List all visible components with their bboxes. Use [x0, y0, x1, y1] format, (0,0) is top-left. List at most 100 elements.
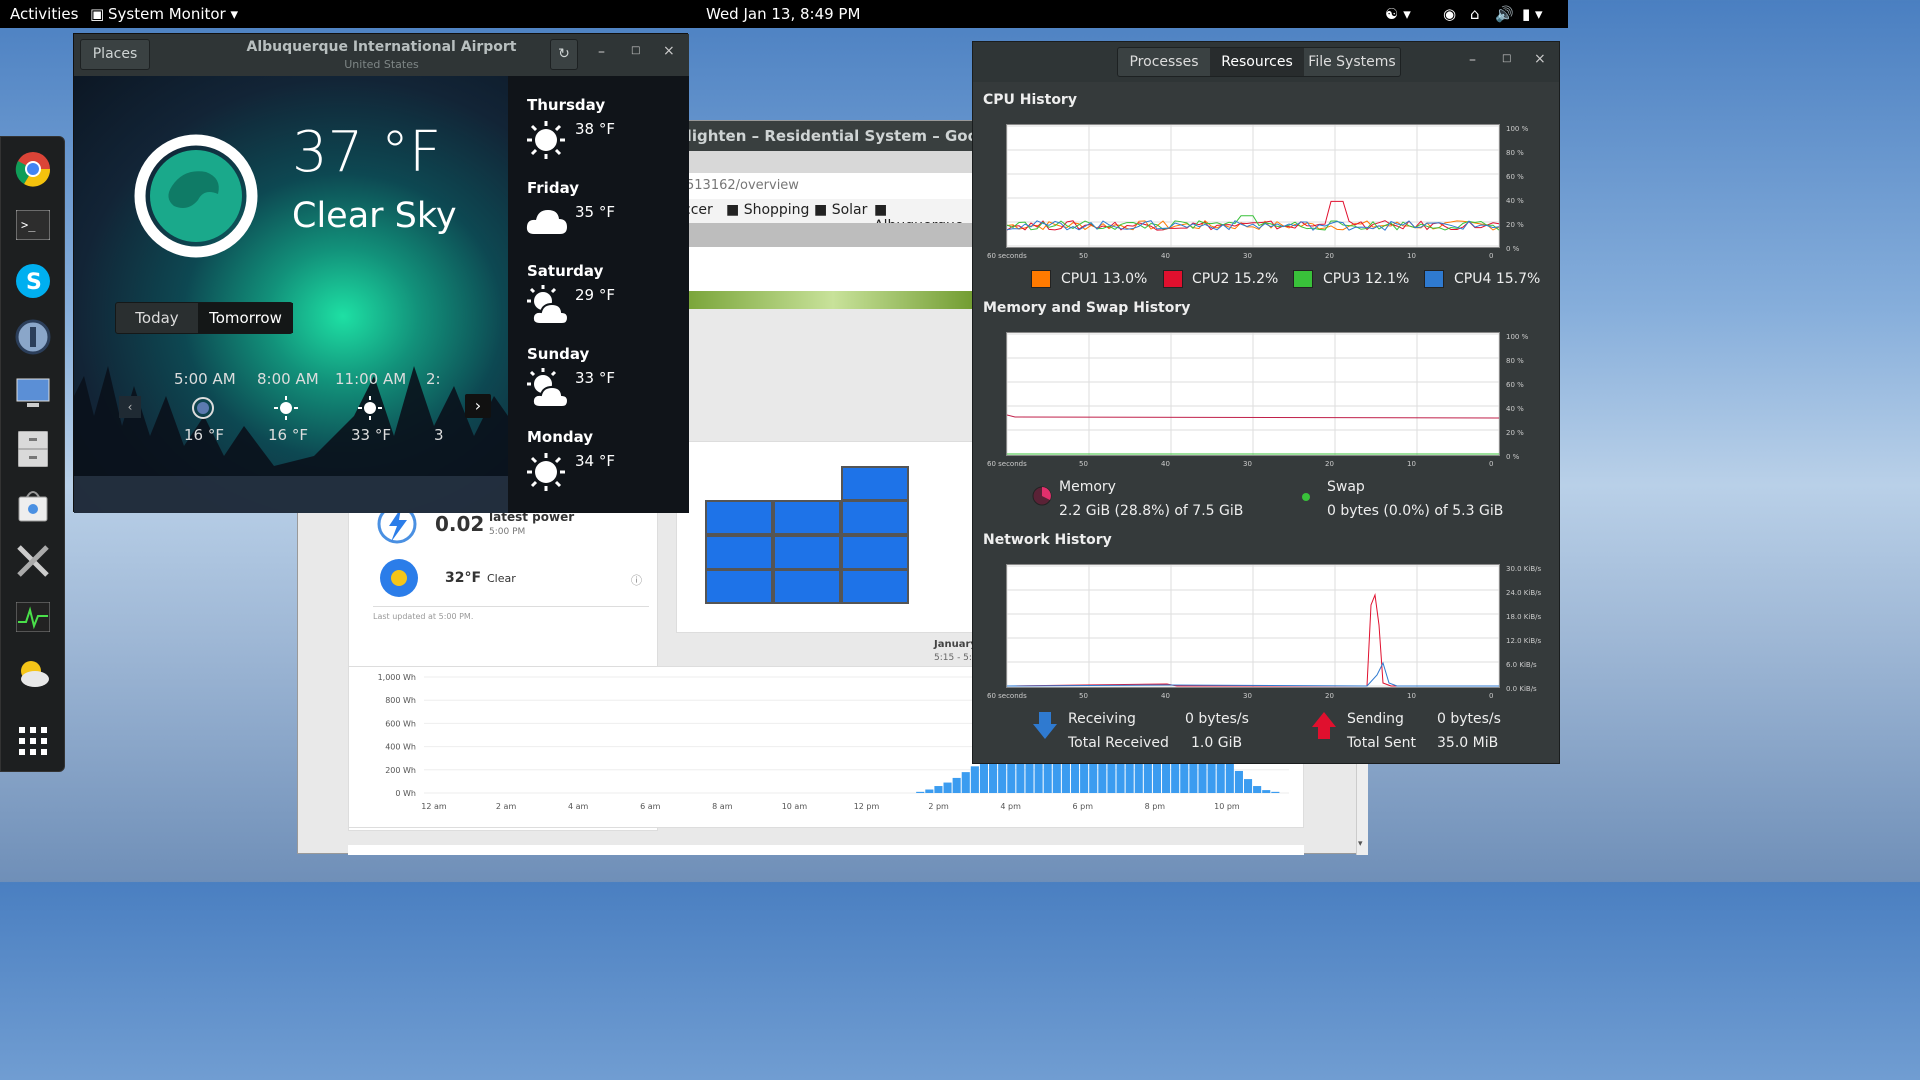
memory-history-title: Memory and Swap History [983, 300, 1191, 316]
tab-processes[interactable]: Processes [1118, 48, 1210, 76]
site-temp: 32°F [445, 570, 482, 586]
app-menu-button[interactable]: System Monitor ▾ [108, 5, 238, 23]
power-value: 0.02 [435, 512, 485, 536]
energy-bar[interactable] [943, 782, 952, 793]
maximize-icon[interactable]: □ [1502, 53, 1511, 64]
tab-file-systems[interactable]: File Systems [1304, 48, 1400, 76]
terminal-icon[interactable]: >_ [13, 205, 53, 245]
x-tick-label: 50 [1079, 252, 1088, 260]
daily-forecast: Thursday 38 °F Friday 35 °F Saturday 29 … [508, 76, 689, 513]
energy-bar[interactable] [916, 791, 925, 793]
weather-background-scene: 37 °F Clear Sky Today Tomorrow ‹ › 5:00 … [74, 76, 508, 513]
chrome-icon[interactable] [13, 149, 53, 189]
hour-temp: 3 [434, 426, 444, 444]
sun-weather-icon [380, 559, 418, 597]
cpu3-color-swatch[interactable] [1293, 270, 1313, 288]
bookmark-label: Shopping [743, 202, 810, 218]
skype-icon[interactable]: S [13, 261, 53, 301]
cpu4-color-swatch[interactable] [1424, 270, 1444, 288]
y-tick-label: 20 % [1506, 221, 1524, 229]
last-updated: Last updated at 5:00 PM. [373, 612, 474, 621]
energy-bar[interactable] [1262, 790, 1271, 793]
y-tick-label: 200 Wh [385, 766, 416, 775]
cpu2-color-swatch[interactable] [1163, 270, 1183, 288]
y-tick-label: 400 Wh [385, 743, 416, 752]
software-bag-icon[interactable] [13, 485, 53, 525]
energy-bar[interactable] [934, 786, 943, 793]
minimize-icon[interactable]: – [1469, 52, 1476, 68]
remote-desktop-icon[interactable] [13, 373, 53, 413]
receiving-label: Receiving [1068, 711, 1136, 727]
minimize-icon[interactable]: – [598, 44, 605, 60]
cpu4-legend: CPU4 15.7% [1454, 271, 1541, 287]
x-tick-label: 60 seconds [987, 692, 1027, 700]
weather-icon[interactable] [13, 653, 53, 693]
x-tick-label: 50 [1079, 692, 1088, 700]
x-tick-label: 2 am [496, 802, 517, 811]
network-history-title: Network History [983, 532, 1112, 548]
energy-bar[interactable] [1271, 791, 1280, 793]
app-grid-icon[interactable] [13, 721, 53, 761]
forecast-temp: 34 °F [575, 452, 615, 470]
cpu1-color-swatch[interactable] [1031, 270, 1051, 288]
swap-label: Swap [1327, 479, 1365, 495]
sun-cloud-icon [527, 285, 568, 325]
y-tick-label: 40 % [1506, 405, 1524, 413]
volume-icon[interactable]: 🔊 [1495, 5, 1514, 23]
hour-temp: 16 °F [184, 426, 224, 444]
top-bar: Activities ▣ System Monitor ▾ Wed Jan 13… [0, 0, 1568, 28]
system-monitor-icon[interactable] [13, 597, 53, 637]
bookmark-shopping[interactable]: ■ Shopping [726, 202, 809, 218]
energy-bar[interactable] [1225, 762, 1234, 793]
tools-icon[interactable] [13, 541, 53, 581]
sending-label: Sending [1347, 711, 1404, 727]
x-tick-label: 0 [1489, 252, 1494, 260]
tab-resources[interactable]: Resources [1210, 48, 1304, 76]
accessibility-icon[interactable]: ☯ ▾ [1385, 5, 1411, 23]
file-cabinet-icon[interactable] [13, 429, 53, 469]
y-tick-label: 80 % [1506, 357, 1524, 365]
refresh-icon[interactable]: ↻ [550, 39, 578, 70]
y-tick-label: 1,000 Wh [378, 673, 416, 682]
weather-header[interactable]: Places Albuquerque International Airport… [74, 34, 689, 76]
sun-cloud-icon [527, 368, 568, 408]
forecast-temp: 29 °F [575, 286, 615, 304]
memory-pie-icon[interactable] [1031, 485, 1053, 507]
receiving-arrow-icon [1033, 712, 1057, 739]
today-tab[interactable]: Today [116, 303, 198, 333]
swap-value: 0 bytes (0.0%) of 5.3 GiB [1327, 503, 1504, 519]
maximize-icon[interactable]: □ [631, 45, 640, 56]
app-menu-icon[interactable]: ▣ [90, 5, 104, 23]
hourly-next-button[interactable]: › [465, 394, 491, 418]
energy-bar[interactable] [970, 766, 979, 793]
energy-bar[interactable] [961, 772, 970, 793]
cpu1-legend: CPU1 13.0% [1061, 271, 1148, 287]
tomorrow-tab[interactable]: Tomorrow [198, 303, 293, 333]
sending-value: 0 bytes/s [1437, 711, 1501, 727]
energy-bar[interactable] [1243, 779, 1253, 793]
energy-bar[interactable] [979, 759, 989, 793]
energy-bar[interactable] [1234, 770, 1243, 793]
x-tick-label: 40 [1161, 252, 1170, 260]
hourly-prev-button[interactable]: ‹ [119, 396, 141, 418]
sysmon-header[interactable]: Processes Resources File Systems – □ × [973, 42, 1559, 82]
close-icon[interactable]: × [663, 43, 675, 59]
memory-graph [1006, 332, 1500, 456]
activities-button[interactable]: Activities [10, 5, 78, 23]
battery-icon[interactable]: ▮ ▾ [1522, 5, 1543, 23]
swap-pie-icon[interactable] [1301, 492, 1311, 502]
wifi-icon[interactable]: ⌂ [1470, 5, 1480, 23]
energy-bar[interactable] [1253, 786, 1262, 793]
location-icon[interactable]: ◉ [1443, 5, 1456, 23]
address-text: 513162/overview [686, 178, 799, 193]
close-icon[interactable]: × [1534, 51, 1546, 67]
bookmark-solar[interactable]: ■ Solar [814, 202, 867, 218]
hour-time: 2: [426, 370, 441, 388]
energy-bar[interactable] [925, 789, 934, 793]
energy-bar[interactable] [952, 777, 961, 793]
clock[interactable]: Wed Jan 13, 8:49 PM [706, 5, 860, 23]
memory-label: Memory [1059, 479, 1116, 495]
info-icon[interactable]: ⓘ [631, 572, 642, 588]
keepass-icon[interactable] [13, 317, 53, 357]
day-toggle: Today Tomorrow [115, 302, 293, 334]
